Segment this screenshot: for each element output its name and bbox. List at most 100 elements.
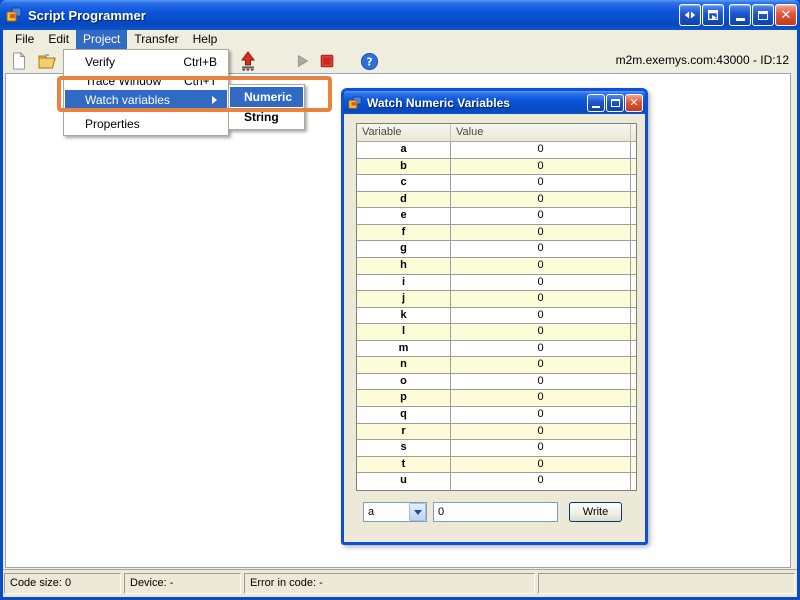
table-row[interactable]: l 0	[357, 324, 636, 341]
table-row[interactable]: d 0	[357, 192, 636, 209]
table-row[interactable]: o 0	[357, 374, 636, 391]
run-button[interactable]	[291, 50, 313, 72]
cell-variable: s	[357, 440, 451, 456]
cell-value: 0	[451, 291, 631, 307]
cell-variable: e	[357, 208, 451, 224]
table-header: Variable Value	[357, 124, 636, 142]
menu-item-file[interactable]: File	[8, 30, 41, 49]
close-icon: ✕	[629, 97, 638, 108]
cell-filler	[631, 473, 636, 490]
table-row[interactable]: s 0	[357, 440, 636, 457]
submenu-item-string[interactable]: String	[230, 107, 303, 127]
cell-variable: h	[357, 258, 451, 274]
title-bar: Script Programmer ✕	[0, 0, 800, 30]
cell-filler	[631, 341, 636, 357]
table-row[interactable]: k 0	[357, 308, 636, 325]
table-row[interactable]: u 0	[357, 473, 636, 490]
menu-item-verify[interactable]: Verify Ctrl+B	[65, 52, 227, 71]
cell-value: 0	[451, 341, 631, 357]
menu-item-trace-window[interactable]: Trace Window Ctrl+T	[65, 71, 227, 90]
menu-item-properties[interactable]: Properties	[65, 114, 227, 133]
table-row[interactable]: m 0	[357, 341, 636, 358]
help-button[interactable]: ?	[358, 50, 380, 72]
cell-variable: l	[357, 324, 451, 340]
cell-value: 0	[451, 308, 631, 324]
upload-button[interactable]	[237, 50, 259, 72]
table-row[interactable]: i 0	[357, 275, 636, 292]
menu-item-watch-variables[interactable]: Watch variables	[65, 90, 227, 109]
header-variable[interactable]: Variable	[357, 124, 451, 141]
cell-filler	[631, 374, 636, 390]
table-row[interactable]: g 0	[357, 241, 636, 258]
menu-item-edit[interactable]: Edit	[41, 30, 76, 49]
table-row[interactable]: j 0	[357, 291, 636, 308]
cell-variable: b	[357, 159, 451, 175]
write-value-input[interactable]	[433, 502, 558, 522]
submenu-arrow-icon	[212, 96, 217, 104]
menu-label: String	[244, 110, 279, 124]
status-code-size: Code size: 0	[4, 573, 121, 594]
watch-window-icon	[348, 96, 362, 110]
menu-item-help[interactable]: Help	[186, 30, 225, 49]
pan-horizontal-button[interactable]	[679, 4, 701, 26]
watch-window-content: Variable Value a 0 b 0 c 0	[344, 114, 645, 542]
header-value[interactable]: Value	[451, 124, 631, 141]
table-row[interactable]: t 0	[357, 457, 636, 474]
cell-filler	[631, 457, 636, 473]
project-menu: Verify Ctrl+B Trace Window Ctrl+T Watch …	[63, 49, 229, 136]
cell-value: 0	[451, 142, 631, 158]
open-file-button[interactable]	[36, 50, 58, 72]
maximize-icon	[758, 11, 768, 20]
status-device: Device: -	[124, 573, 241, 594]
table-row[interactable]: f 0	[357, 225, 636, 242]
write-button[interactable]: Write	[569, 502, 622, 522]
table-row[interactable]: a 0	[357, 142, 636, 159]
menu-item-transfer[interactable]: Transfer	[127, 30, 185, 49]
submenu-item-numeric[interactable]: Numeric	[230, 87, 303, 107]
watch-close-button[interactable]: ✕	[625, 94, 643, 112]
table-row[interactable]: h 0	[357, 258, 636, 275]
help-icon: ?	[360, 52, 379, 71]
table-row[interactable]: e 0	[357, 208, 636, 225]
table-row[interactable]: p 0	[357, 390, 636, 407]
cell-filler	[631, 424, 636, 440]
menu-bar: File Edit Project Transfer Help	[3, 30, 797, 49]
cell-filler	[631, 225, 636, 241]
table-row[interactable]: q 0	[357, 407, 636, 424]
window-frame: Script Programmer ✕ File Edit Project Tr…	[0, 0, 800, 600]
cell-variable: n	[357, 357, 451, 373]
status-bar: Code size: 0 Device: - Error in code: -	[3, 569, 797, 597]
detach-window-button[interactable]	[702, 4, 724, 26]
cell-value: 0	[451, 159, 631, 175]
stop-button[interactable]	[316, 50, 338, 72]
table-row[interactable]: c 0	[357, 175, 636, 192]
app-icon	[6, 7, 22, 23]
table-row[interactable]: b 0	[357, 159, 636, 176]
pan-horizontal-icon	[683, 8, 697, 22]
cell-filler	[631, 275, 636, 291]
cell-value: 0	[451, 208, 631, 224]
new-file-button[interactable]	[8, 50, 30, 72]
table-row[interactable]: r 0	[357, 424, 636, 441]
menu-item-project[interactable]: Project	[76, 30, 127, 49]
connection-status: m2m.exemys.com:43000 - ID:12	[616, 49, 789, 72]
header-filler	[631, 124, 636, 141]
watch-minimize-button[interactable]	[587, 94, 605, 112]
cell-variable: q	[357, 407, 451, 423]
cell-value: 0	[451, 440, 631, 456]
combo-dropdown-button[interactable]	[409, 503, 426, 521]
maximize-button[interactable]	[752, 4, 774, 26]
cell-value: 0	[451, 175, 631, 191]
close-button[interactable]: ✕	[775, 4, 797, 26]
variable-select[interactable]: a	[363, 502, 427, 522]
cell-variable: d	[357, 192, 451, 208]
table-row[interactable]: n 0	[357, 357, 636, 374]
cell-value: 0	[451, 225, 631, 241]
cell-filler	[631, 241, 636, 257]
minimize-button[interactable]	[729, 4, 751, 26]
new-file-icon	[10, 51, 28, 71]
watch-maximize-button[interactable]	[606, 94, 624, 112]
svg-text:?: ?	[366, 56, 372, 68]
cell-variable: f	[357, 225, 451, 241]
cell-value: 0	[451, 275, 631, 291]
